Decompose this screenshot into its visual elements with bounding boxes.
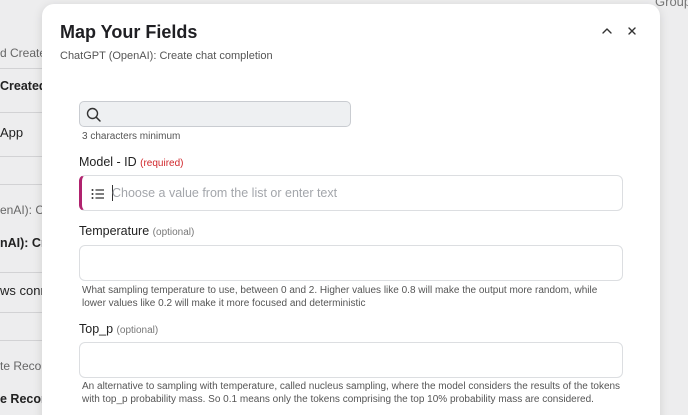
chevron-up-icon[interactable]	[599, 23, 615, 39]
modal-title: Map Your Fields	[60, 22, 198, 42]
background-divider	[0, 112, 46, 113]
background-row-text: d Create	[0, 46, 47, 60]
temperature-label: Temperature (optional)	[79, 224, 194, 238]
temperature-label-text: Temperature	[79, 224, 150, 238]
top-p-label-text: Top_p	[79, 322, 114, 336]
required-tag: (required)	[140, 158, 184, 169]
search-icon	[86, 107, 102, 128]
temperature-description: What sampling temperature to use, betwee…	[82, 285, 598, 309]
map-fields-modal: Map Your Fields ChatGPT (OpenAI): Create…	[42, 4, 660, 415]
optional-tag: (optional)	[116, 325, 159, 336]
top-p-description: An alternative to sampling with temperat…	[82, 381, 621, 405]
top-p-input[interactable]	[90, 343, 610, 377]
background-row-text: App	[0, 125, 24, 140]
close-icon[interactable]	[624, 23, 640, 39]
background-row-text: te Reco	[0, 359, 42, 373]
background-row-text: enAI): C	[0, 203, 45, 217]
model-id-label: Model - ID (required)	[79, 155, 184, 169]
optional-tag: (optional)	[152, 227, 195, 238]
model-id-label-text: Model - ID	[79, 155, 137, 169]
background-divider	[0, 156, 46, 157]
temperature-field[interactable]	[79, 245, 623, 281]
background-row-text: Created	[0, 79, 47, 93]
model-id-field[interactable]	[79, 175, 623, 211]
background-row-text: nAI): Cr	[0, 236, 46, 250]
background-row-text: ws conn	[0, 283, 48, 298]
model-id-input[interactable]	[112, 176, 612, 210]
background-divider	[0, 340, 46, 341]
temperature-input[interactable]	[90, 246, 610, 280]
top-p-field[interactable]	[79, 342, 623, 378]
background-divider	[0, 68, 46, 69]
background-divider	[0, 272, 46, 273]
list-icon[interactable]	[91, 187, 105, 205]
modal-subtitle: ChatGPT (OpenAI): Create chat completion	[60, 50, 273, 62]
background-group-label: Group	[655, 0, 688, 9]
search-field[interactable]	[79, 101, 351, 127]
search-input[interactable]	[108, 102, 344, 126]
background-divider	[0, 312, 46, 313]
search-hint: 3 characters minimum	[82, 131, 181, 142]
top-p-label: Top_p (optional)	[79, 322, 158, 336]
background-divider	[0, 184, 46, 185]
